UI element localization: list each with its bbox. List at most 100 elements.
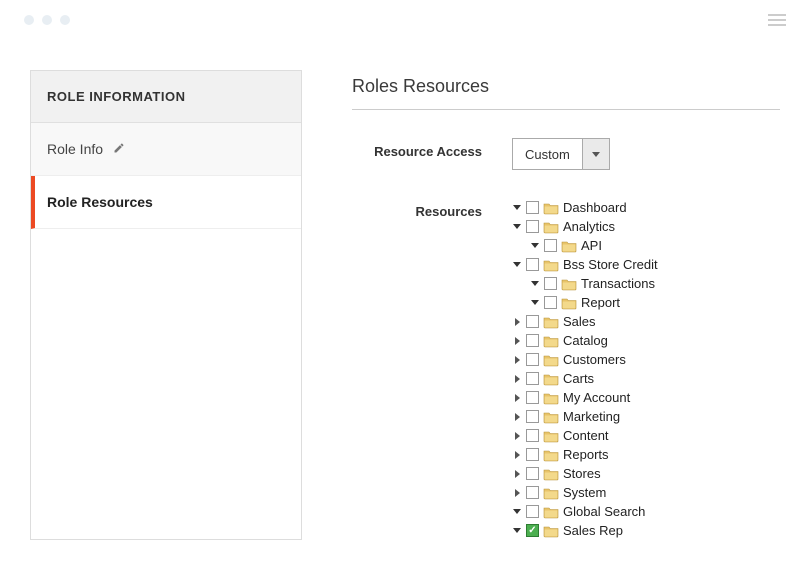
tree-node-label: System [563,483,606,503]
folder-icon [543,429,559,443]
tree-node-label: Customers [563,350,626,370]
expand-icon[interactable] [512,374,522,384]
tree-node-label: Analytics [563,217,615,237]
collapse-icon[interactable] [512,526,522,536]
menu-icon[interactable] [768,11,786,29]
tree-node: Analytics [512,217,658,236]
resource-access-label: Resource Access [352,138,482,159]
sidebar-item-role-resources[interactable]: Role Resources [31,176,301,229]
tree-node: API [530,236,658,255]
tree-checkbox[interactable] [544,239,557,252]
folder-icon [561,277,577,291]
sidebar-item-label: Role Resources [47,194,153,210]
expand-icon[interactable] [512,393,522,403]
tree-node: Report [530,293,658,312]
tree-checkbox[interactable] [526,315,539,328]
tree-checkbox[interactable] [526,467,539,480]
folder-icon [561,239,577,253]
folder-icon [543,334,559,348]
folder-icon [543,467,559,481]
tree-checkbox[interactable] [526,258,539,271]
folder-icon [543,524,559,538]
collapse-icon[interactable] [530,241,540,251]
expand-icon[interactable] [512,336,522,346]
tree-checkbox[interactable] [526,353,539,366]
collapse-icon[interactable] [512,507,522,517]
expand-icon[interactable] [512,469,522,479]
sidebar: ROLE INFORMATION Role Info Role Resource… [30,70,302,540]
tree-node: Sales [512,312,658,331]
tree-checkbox[interactable] [526,201,539,214]
collapse-icon[interactable] [512,260,522,270]
tree-node: Catalog [512,331,658,350]
resource-access-row: Resource Access Custom [352,138,780,170]
tree-checkbox[interactable] [526,429,539,442]
folder-icon [543,353,559,367]
tree-node: System [512,483,658,502]
sidebar-item-role-info[interactable]: Role Info [31,123,301,176]
folder-icon [543,448,559,462]
tree-node-label: Marketing [563,407,620,427]
tree-node-label: Carts [563,369,594,389]
expand-icon[interactable] [512,412,522,422]
tree-checkbox[interactable] [544,296,557,309]
resources-label: Resources [352,198,482,219]
resources-row: Resources DashboardAnalyticsAPIBss Store… [352,198,780,540]
resource-access-select[interactable]: Custom [512,138,610,170]
tree-checkbox[interactable] [526,486,539,499]
tree-node-label: Bss Store Credit [563,255,658,275]
tree-checkbox[interactable] [526,391,539,404]
select-dropdown-button[interactable] [582,138,610,170]
tree-checkbox[interactable] [526,448,539,461]
tree-node: Marketing [512,407,658,426]
window-dot [24,15,34,25]
tree-node: Content [512,426,658,445]
folder-icon [543,372,559,386]
folder-icon [543,201,559,215]
tree-checkbox[interactable] [526,220,539,233]
tree-node-label: Catalog [563,331,608,351]
tree-node: Stores [512,464,658,483]
tree-checkbox[interactable] [526,410,539,423]
tree-node-label: API [581,236,602,256]
layout: ROLE INFORMATION Role Info Role Resource… [0,40,800,540]
window-dot [42,15,52,25]
tree-checkbox[interactable]: ✓ [526,524,539,537]
collapse-icon[interactable] [530,298,540,308]
collapse-icon[interactable] [512,222,522,232]
expand-icon[interactable] [512,317,522,327]
window-chrome [0,0,800,40]
tree-node-label: Reports [563,445,609,465]
folder-icon [543,486,559,500]
tree-checkbox[interactable] [544,277,557,290]
tree-node-label: Sales [563,312,596,332]
window-dot [60,15,70,25]
tree-node: Bss Store Credit [512,255,658,274]
folder-icon [543,391,559,405]
collapse-icon[interactable] [512,203,522,213]
expand-icon[interactable] [512,431,522,441]
sidebar-header: ROLE INFORMATION [31,71,301,123]
tree-node-label: Dashboard [563,198,627,218]
pencil-icon [113,141,125,157]
main-panel: Roles Resources Resource Access Custom R… [352,70,780,540]
folder-icon [543,258,559,272]
tree-node-label: Sales Rep [563,521,623,541]
sidebar-item-label: Role Info [47,141,103,157]
expand-icon[interactable] [512,355,522,365]
tree-checkbox[interactable] [526,505,539,518]
tree-node: Carts [512,369,658,388]
folder-icon [543,315,559,329]
tree-node: ✓ Sales Rep [512,521,658,540]
page-title: Roles Resources [352,76,780,110]
tree-node: Dashboard [512,198,658,217]
tree-node: Global Search [512,502,658,521]
collapse-icon[interactable] [530,279,540,289]
tree-checkbox[interactable] [526,334,539,347]
expand-icon[interactable] [512,488,522,498]
tree-checkbox[interactable] [526,372,539,385]
tree-node: Customers [512,350,658,369]
expand-icon[interactable] [512,450,522,460]
folder-icon [543,505,559,519]
resources-tree: DashboardAnalyticsAPIBss Store CreditTra… [512,198,658,540]
